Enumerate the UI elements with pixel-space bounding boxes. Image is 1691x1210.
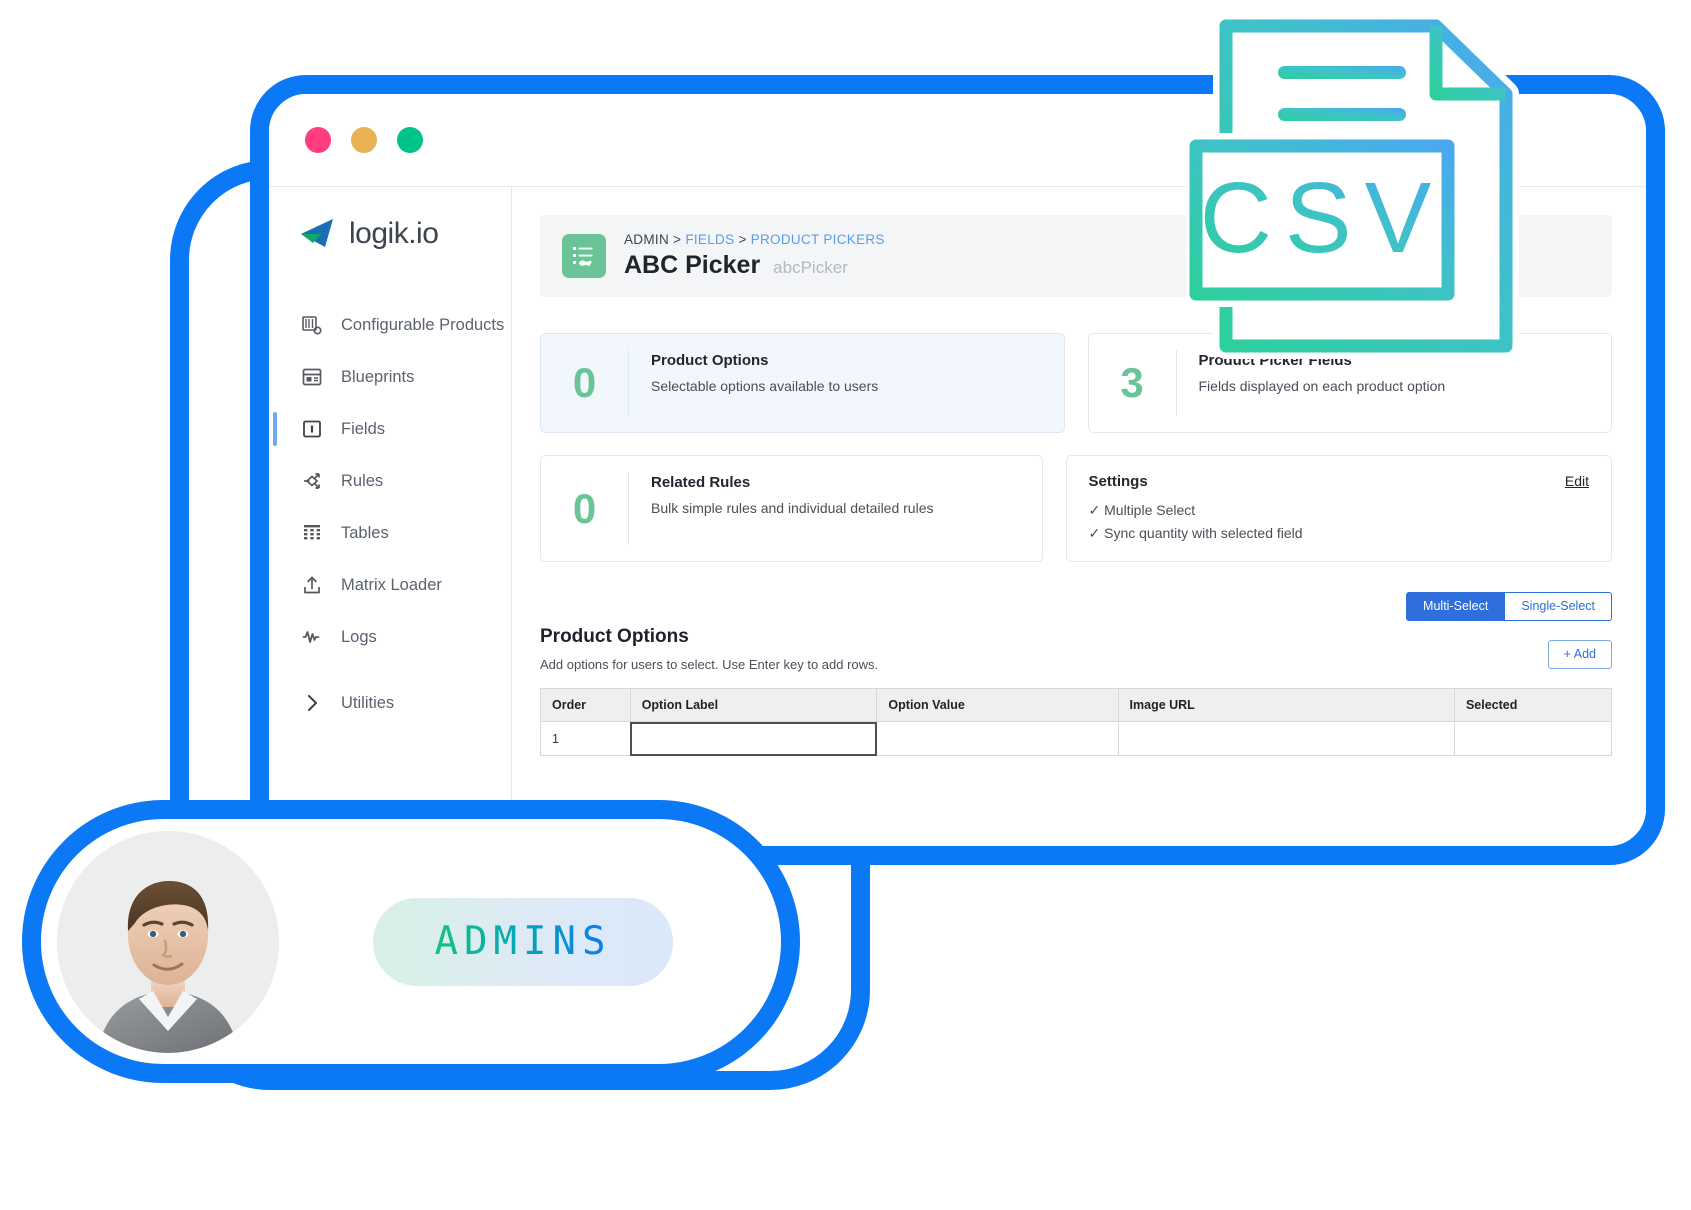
card-description: Selectable options available to users [651,378,879,394]
rules-icon [299,468,325,494]
card-title: Product Options [651,352,769,369]
card-title: Related Rules [651,474,751,491]
table-header-row: Order Option Label Option Value Image UR… [540,688,1613,723]
sidebar-item-configurable-products[interactable]: Configurable Products [269,299,511,351]
sidebar-item-label: Logs [341,627,377,646]
card-product-options[interactable]: 0 Product Options Selectable options ava… [540,333,1065,433]
card-value: 0 [541,472,629,546]
breadcrumb-separator: > [673,232,682,247]
settings-title: Settings [1088,473,1148,490]
sidebar: logik.io Configurable Products Blueprint… [269,187,512,846]
cell-option-value[interactable] [876,721,1119,757]
configurable-products-icon [299,312,325,338]
stat-card-row-2: 0 Related Rules Bulk simple rules and in… [540,455,1612,563]
sidebar-item-matrix-loader[interactable]: Matrix Loader [269,559,511,611]
sidebar-item-label: Rules [341,471,384,490]
sidebar-item-label: Utilities [341,693,395,712]
csv-label: CSV [1200,162,1445,274]
multi-select-button[interactable]: Multi-Select [1406,592,1506,621]
user-portrait-icon [57,830,279,1053]
cell-image-url[interactable] [1117,721,1455,757]
cell-selected[interactable] [1453,721,1613,757]
sidebar-item-label: Blueprints [341,367,415,386]
fields-icon [299,416,325,442]
section-title: Product Options [540,626,689,648]
sidebar-item-label: Matrix Loader [341,575,442,594]
breadcrumb-root: ADMIN [624,232,669,247]
add-option-button[interactable]: + Add [1547,640,1612,669]
column-header-option-value: Option Value [876,688,1119,723]
breadcrumb-separator: > [738,232,747,247]
settings-edit-link[interactable]: Edit [1565,473,1589,489]
card-value: 3 [1089,350,1177,416]
column-header-option-label: Option Label [629,688,878,723]
page-title: ABC Picker [624,251,761,279]
csv-badge: CSV [1183,0,1576,394]
table-row[interactable]: 1 [540,721,1613,757]
admins-avatar-pill: ADMINS [22,800,800,1083]
logo-text: logik.io [349,217,439,250]
sidebar-item-label: Tables [341,523,389,542]
list-picker-icon [562,234,606,278]
minimize-icon[interactable] [351,127,377,153]
app-logo[interactable]: logik.io [269,217,511,251]
screenshot-stage: logik.io Configurable Products Blueprint… [0,0,1691,1210]
settings-option-sync-quantity: ✓ Sync quantity with selected field [1088,524,1303,541]
admins-label: ADMINS [434,919,612,964]
select-mode-segmented-control: Multi-Select Single-Select [1406,592,1612,621]
cell-option-label[interactable] [629,721,878,757]
sidebar-item-label: Fields [341,419,386,438]
maximize-icon[interactable] [397,127,423,153]
tables-icon [299,520,325,546]
close-icon[interactable] [305,127,331,153]
product-options-table: Order Option Label Option Value Image UR… [540,688,1613,757]
breadcrumb: ADMIN > FIELDS > PRODUCT PICKERS [624,232,885,247]
single-select-button[interactable]: Single-Select [1505,592,1612,621]
sidebar-item-logs[interactable]: Logs [269,611,511,663]
sidebar-item-rules[interactable]: Rules [269,455,511,507]
sidebar-item-fields[interactable]: Fields [269,403,511,455]
matrix-loader-icon [299,572,325,598]
cell-order: 1 [540,721,631,757]
sidebar-item-blueprints[interactable]: Blueprints [269,351,511,403]
admins-badge: ADMINS [373,897,673,986]
chevron-right-icon [299,690,325,716]
column-header-order: Order [540,688,631,723]
settings-option-multiple-select: ✓ Multiple Select [1088,502,1196,518]
column-header-selected: Selected [1453,688,1613,723]
card-description: Bulk simple rules and individual detaile… [651,500,934,516]
product-options-section: Multi-Select Single-Select + Add Product… [540,592,1613,757]
sidebar-item-utilities[interactable]: Utilities [269,677,511,729]
avatar [57,830,279,1053]
breadcrumb-link-fields[interactable]: FIELDS [685,232,734,247]
section-hint: Add options for users to select. Use Ent… [540,657,879,673]
blueprints-icon [299,364,325,390]
card-value: 0 [541,350,629,416]
sidebar-item-tables[interactable]: Tables [269,507,511,559]
card-related-rules[interactable]: 0 Related Rules Bulk simple rules and in… [540,455,1043,563]
column-header-image-url: Image URL [1117,688,1455,723]
breadcrumb-link-product-pickers[interactable]: PRODUCT PICKERS [751,232,885,247]
title-row: ABC Picker abcPicker [624,251,885,280]
logik-logo-icon [299,217,339,251]
sidebar-item-label: Configurable Products [341,315,505,334]
card-settings: Settings Edit ✓ Multiple Select ✓ Sync q… [1065,455,1612,563]
page-subtitle: abcPicker [773,258,848,277]
logs-icon [299,624,325,650]
